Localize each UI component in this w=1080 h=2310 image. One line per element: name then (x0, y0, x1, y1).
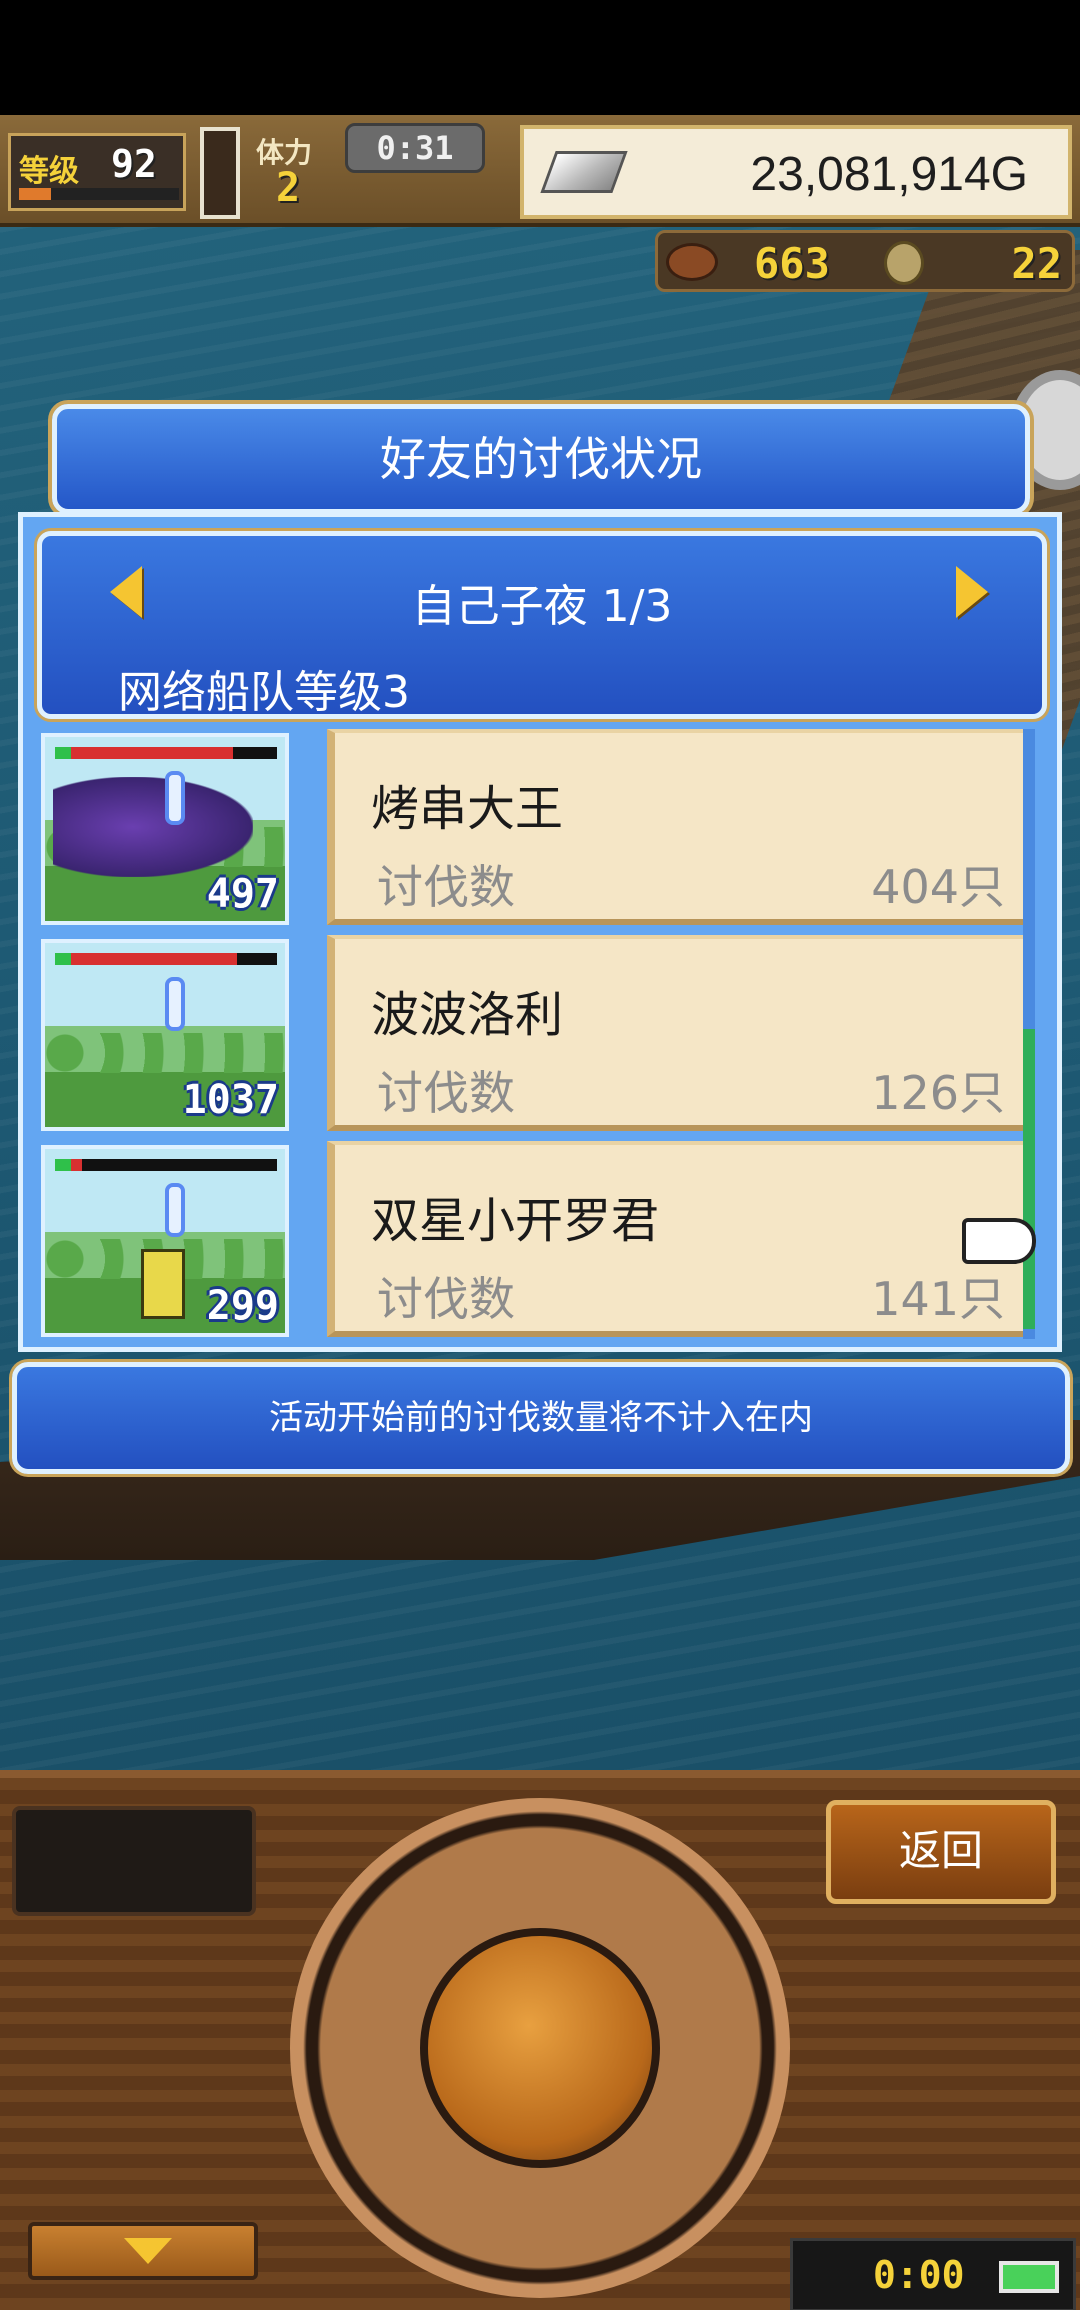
dialog-title: 好友的讨伐状况 (380, 432, 702, 486)
kill-label: 讨伐数 (377, 860, 515, 914)
menu-toggle-button[interactable] (28, 2222, 258, 2280)
notice-text: 活动开始前的讨伐数量将不计入在内 (269, 1398, 813, 1438)
control-console: 返回 0:00 (0, 1770, 1080, 2310)
kill-value: 126只 (871, 1066, 1005, 1120)
hp-fill (55, 1159, 82, 1171)
friend-card[interactable]: 双星小开罗君 讨伐数 141只 (327, 1141, 1029, 1337)
exclamation-icon (165, 771, 185, 825)
list-item[interactable]: 497 烤串大王 讨伐数 404只 (37, 729, 1047, 929)
scrollbar-thumb[interactable] (1023, 1029, 1035, 1329)
mini-screen (12, 1806, 256, 1916)
level-box: 等级 92 (8, 133, 186, 211)
hp-bar (55, 1159, 277, 1171)
kill-label: 讨伐数 (377, 1272, 515, 1326)
friend-card[interactable]: 烤串大王 讨伐数 404只 (327, 729, 1029, 925)
kill-label: 讨伐数 (377, 1066, 515, 1120)
dpad-center-button[interactable] (420, 1928, 660, 2168)
kill-value: 404只 (871, 860, 1005, 914)
trees (45, 1033, 285, 1073)
food-value: 663 (754, 239, 830, 288)
stamina-gauge (200, 127, 240, 219)
level-label: 等级 (19, 154, 79, 189)
stamina-timer: 0:31 (345, 123, 485, 173)
hp-bar (55, 953, 277, 965)
monster-sprite (141, 1249, 185, 1319)
friend-name: 双星小开罗君 (371, 1193, 660, 1249)
silver-bar-icon (540, 151, 628, 193)
status-clock: 0:00 (790, 2238, 1076, 2310)
level-progress-fill (19, 188, 51, 200)
exclamation-icon (165, 977, 185, 1031)
top-hud: 等级 92 体力 2 0:31 23,081,914G (0, 115, 1080, 227)
hp-fill (55, 953, 238, 965)
battle-thumbnail: 497 (41, 733, 289, 925)
battle-thumbnail: 1037 (41, 939, 289, 1131)
resource-bar: 663 22 (655, 230, 1075, 292)
notice-banner: 活动开始前的讨伐数量将不计入在内 (12, 1362, 1070, 1474)
thumb-count: 299 (206, 1283, 279, 1329)
panel-header: 自己子夜 1/3 网络船队等级3 (37, 531, 1047, 719)
level-progress-bar (19, 188, 179, 200)
kill-value: 141只 (871, 1272, 1005, 1326)
thumb-count: 497 (206, 871, 279, 917)
battle-thumbnail: 299 (41, 1145, 289, 1337)
exclamation-icon (165, 1183, 185, 1237)
hp-fill (55, 747, 233, 759)
stamina-value: 2 (276, 165, 301, 211)
friend-card[interactable]: 波波洛利 讨伐数 126只 (327, 935, 1029, 1131)
meat-icon (666, 243, 718, 281)
dpad[interactable] (290, 1798, 790, 2298)
chevron-down-icon (124, 2238, 172, 2264)
pointing-hand-icon (962, 1218, 1036, 1264)
battery-icon (999, 2261, 1059, 2293)
clock-text: 0:00 (873, 2253, 965, 2297)
list-item[interactable]: 299 双星小开罗君 讨伐数 141只 (37, 1141, 1047, 1341)
coin-value: 22 (1011, 239, 1062, 288)
gold-value: 23,081,914G (750, 148, 1028, 201)
level-value: 92 (111, 142, 157, 186)
day-label: 自己子夜 1/3 (411, 581, 673, 632)
thumb-count: 1037 (182, 1077, 279, 1123)
friend-name: 波波洛利 (371, 987, 564, 1043)
friend-status-panel: 自己子夜 1/3 网络船队等级3 497 烤串大王 讨伐数 404只 1037 … (18, 512, 1062, 1352)
gold-display: 23,081,914G (520, 125, 1072, 219)
monster-sprite (53, 777, 253, 877)
hp-bar (55, 747, 277, 759)
list-item[interactable]: 1037 波波洛利 讨伐数 126只 (37, 935, 1047, 1135)
arrow-right-icon[interactable] (956, 566, 988, 618)
fleet-level-label: 网络船队等级3 (118, 667, 410, 718)
dialog-title-banner: 好友的讨伐状况 (52, 404, 1030, 514)
coin-icon (884, 241, 924, 285)
back-button[interactable]: 返回 (826, 1800, 1056, 1904)
friend-name: 烤串大王 (371, 781, 564, 837)
